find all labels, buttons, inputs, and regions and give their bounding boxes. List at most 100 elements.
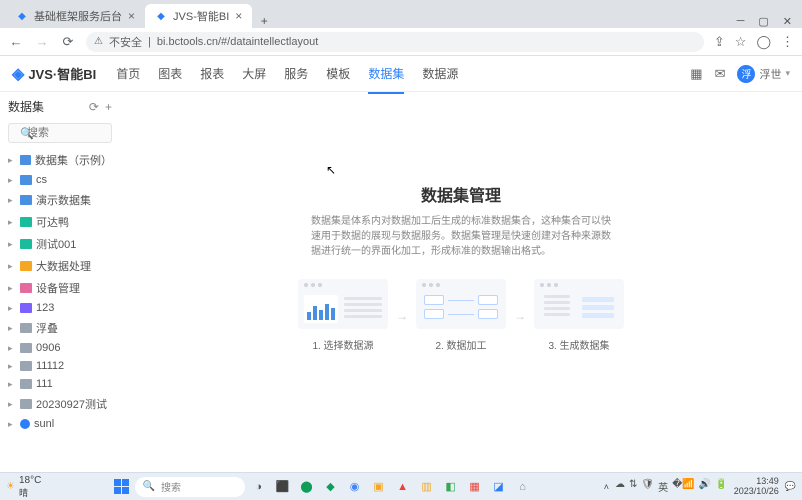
sun-icon: ☀ (6, 481, 15, 492)
nav-item[interactable]: 首页 (116, 63, 140, 84)
nav-reload-icon[interactable]: ⟳ (60, 34, 76, 50)
taskbar-app-icon[interactable]: ⬛ (273, 477, 293, 497)
nav-item[interactable]: 模板 (326, 63, 350, 84)
tray-icon[interactable]: 🛡 (641, 479, 654, 494)
folder-icon (20, 195, 32, 205)
tray-volume-icon[interactable]: 🔊 (699, 479, 711, 494)
tray-ime-icon[interactable]: 英 (658, 479, 668, 494)
sidebar-item[interactable]: ▸演示数据集 (0, 189, 120, 211)
step-3-illustration (534, 279, 624, 329)
window-close-icon[interactable]: ✕ (783, 15, 792, 28)
step-3-card: 3. 生成数据集 (534, 279, 624, 352)
tray-icon[interactable]: ⇅ (629, 479, 637, 494)
insecure-label: 不安全 (109, 34, 142, 50)
taskbar-app-icon[interactable]: ⌂ (513, 477, 533, 497)
taskbar-app-icon[interactable]: ▲ (393, 477, 413, 497)
message-icon[interactable]: ✉ (715, 66, 726, 82)
tab-close-icon[interactable]: × (128, 9, 135, 23)
sidebar-item[interactable]: ▸大数据处理 (0, 255, 120, 277)
taskbar-app-icon[interactable]: ▦ (465, 477, 485, 497)
windows-logo-icon (114, 479, 129, 494)
step-1-card: 1. 选择数据源 (298, 279, 388, 352)
folder-icon (20, 175, 32, 185)
folder-icon (20, 155, 31, 165)
sidebar-item[interactable]: ▸测试001 (0, 233, 120, 255)
folder-icon (20, 303, 32, 313)
profile-icon[interactable]: ◯ (756, 34, 771, 50)
nav-item[interactable]: 图表 (158, 63, 182, 84)
nav-forward-icon[interactable]: → (34, 34, 50, 49)
caret-icon: ▸ (8, 361, 16, 372)
search-icon: 🔍 (20, 127, 34, 140)
taskbar-app-icon[interactable]: ⬤ (297, 477, 317, 497)
sidebar-item[interactable]: ▸浮叠 (0, 317, 120, 339)
url-text: bi.bctools.cn/#/dataintellectlayout (157, 36, 318, 48)
share-icon[interactable]: ⇪ (714, 34, 725, 50)
sidebar-item-label: 数据集（示例） (35, 152, 112, 168)
tab-close-icon[interactable]: × (235, 9, 242, 23)
taskbar-search[interactable]: 🔍 搜索 (135, 477, 245, 497)
start-button[interactable] (113, 478, 131, 496)
tray-icon[interactable]: ☁ (615, 479, 625, 494)
taskbar-app-icon[interactable]: ◑ (249, 477, 269, 497)
taskbar-app-icon[interactable]: ◆ (321, 477, 341, 497)
tray-battery-icon[interactable]: 🔋 (715, 479, 727, 494)
sidebar-item[interactable]: ▸sunl (0, 415, 120, 433)
sidebar-item[interactable]: ▸ 数据集（示例） (0, 149, 120, 171)
nav-item[interactable]: 服务 (284, 63, 308, 84)
caret-icon: ▸ (8, 155, 16, 166)
caret-icon: ▸ (8, 323, 16, 334)
taskbar-app-icon[interactable]: ◪ (489, 477, 509, 497)
tray-chevron-icon[interactable]: ˄ (604, 482, 609, 492)
tab-title: JVS-智能BI (173, 8, 229, 24)
sidebar-item[interactable]: ▸cs (0, 171, 120, 189)
caret-icon: ▸ (8, 283, 16, 294)
sidebar-add-icon[interactable]: + (105, 100, 112, 114)
system-tray[interactable]: ☁ ⇅ 🛡 英 �📶 🔊 🔋 (615, 479, 728, 494)
favicon-icon: ◆ (16, 10, 28, 22)
notifications-icon[interactable]: 💬 (785, 481, 796, 492)
user-menu[interactable]: 浮 浮世 ▾ (737, 65, 790, 83)
bookmark-icon[interactable]: ☆ (735, 34, 747, 50)
tray-wifi-icon[interactable]: �📶 (672, 479, 695, 494)
sidebar-item-label: 演示数据集 (36, 192, 91, 208)
sidebar-item[interactable]: ▸123 (0, 299, 120, 317)
sidebar-refresh-icon[interactable]: ⟳ (89, 100, 99, 114)
window-minimize-icon[interactable]: ─ (737, 15, 745, 28)
new-tab-button[interactable]: + (252, 14, 276, 28)
folder-icon (20, 283, 32, 293)
sidebar-item[interactable]: ▸20230927测试 (0, 393, 120, 415)
browser-tab[interactable]: ◆ 基础框架服务后台 × (6, 4, 145, 28)
clock-date: 2023/10/26 (734, 487, 779, 497)
url-input[interactable]: ⚠ 不安全 | bi.bctools.cn/#/dataintellectlay… (86, 32, 704, 52)
window-maximize-icon[interactable]: ▢ (758, 15, 768, 28)
nav-item[interactable]: 报表 (200, 63, 224, 84)
favicon-icon: ◆ (155, 10, 167, 22)
sidebar-item[interactable]: ▸设备管理 (0, 277, 120, 299)
taskbar-app-icon[interactable]: ▣ (369, 477, 389, 497)
taskbar-app-icon[interactable]: ▥ (417, 477, 437, 497)
sidebar-item[interactable]: ▸0906 (0, 339, 120, 357)
menu-icon[interactable]: ⋮ (781, 34, 794, 50)
sidebar-item[interactable]: ▸可达鸭 (0, 211, 120, 233)
app-logo[interactable]: ◈ JVS·智能BI (12, 64, 96, 84)
sidebar-item[interactable]: ▸111 (0, 375, 120, 393)
nav-item[interactable]: 大屏 (242, 63, 266, 84)
taskbar-app-icon[interactable]: ◉ (345, 477, 365, 497)
taskbar-weather[interactable]: ☀ 18°C 晴 (6, 475, 41, 499)
taskbar-app-icon[interactable]: ◧ (441, 477, 461, 497)
folder-icon (20, 217, 32, 227)
taskbar-clock[interactable]: 13:49 2023/10/26 (734, 477, 779, 497)
nav-item[interactable]: 数据集 (368, 63, 404, 84)
page-description: 数据集是体系内对数据加工后生成的标准数据集合，这种集合可以快速用于数据的展现与数… (311, 214, 611, 259)
apps-grid-icon[interactable]: ▦ (690, 66, 702, 82)
sidebar-item-label: 111 (36, 378, 53, 390)
main-nav: 首页图表报表大屏服务模板数据集数据源 (116, 63, 458, 84)
step-1-illustration (298, 279, 388, 329)
main-content: 数据集管理 数据集是体系内对数据加工后生成的标准数据集合，这种集合可以快速用于数… (120, 92, 802, 472)
step-2-illustration (416, 279, 506, 329)
browser-tab-active[interactable]: ◆ JVS-智能BI × (145, 4, 252, 28)
nav-back-icon[interactable]: ← (8, 34, 24, 49)
nav-item[interactable]: 数据源 (422, 63, 458, 84)
sidebar-item[interactable]: ▸11112 (0, 357, 120, 375)
